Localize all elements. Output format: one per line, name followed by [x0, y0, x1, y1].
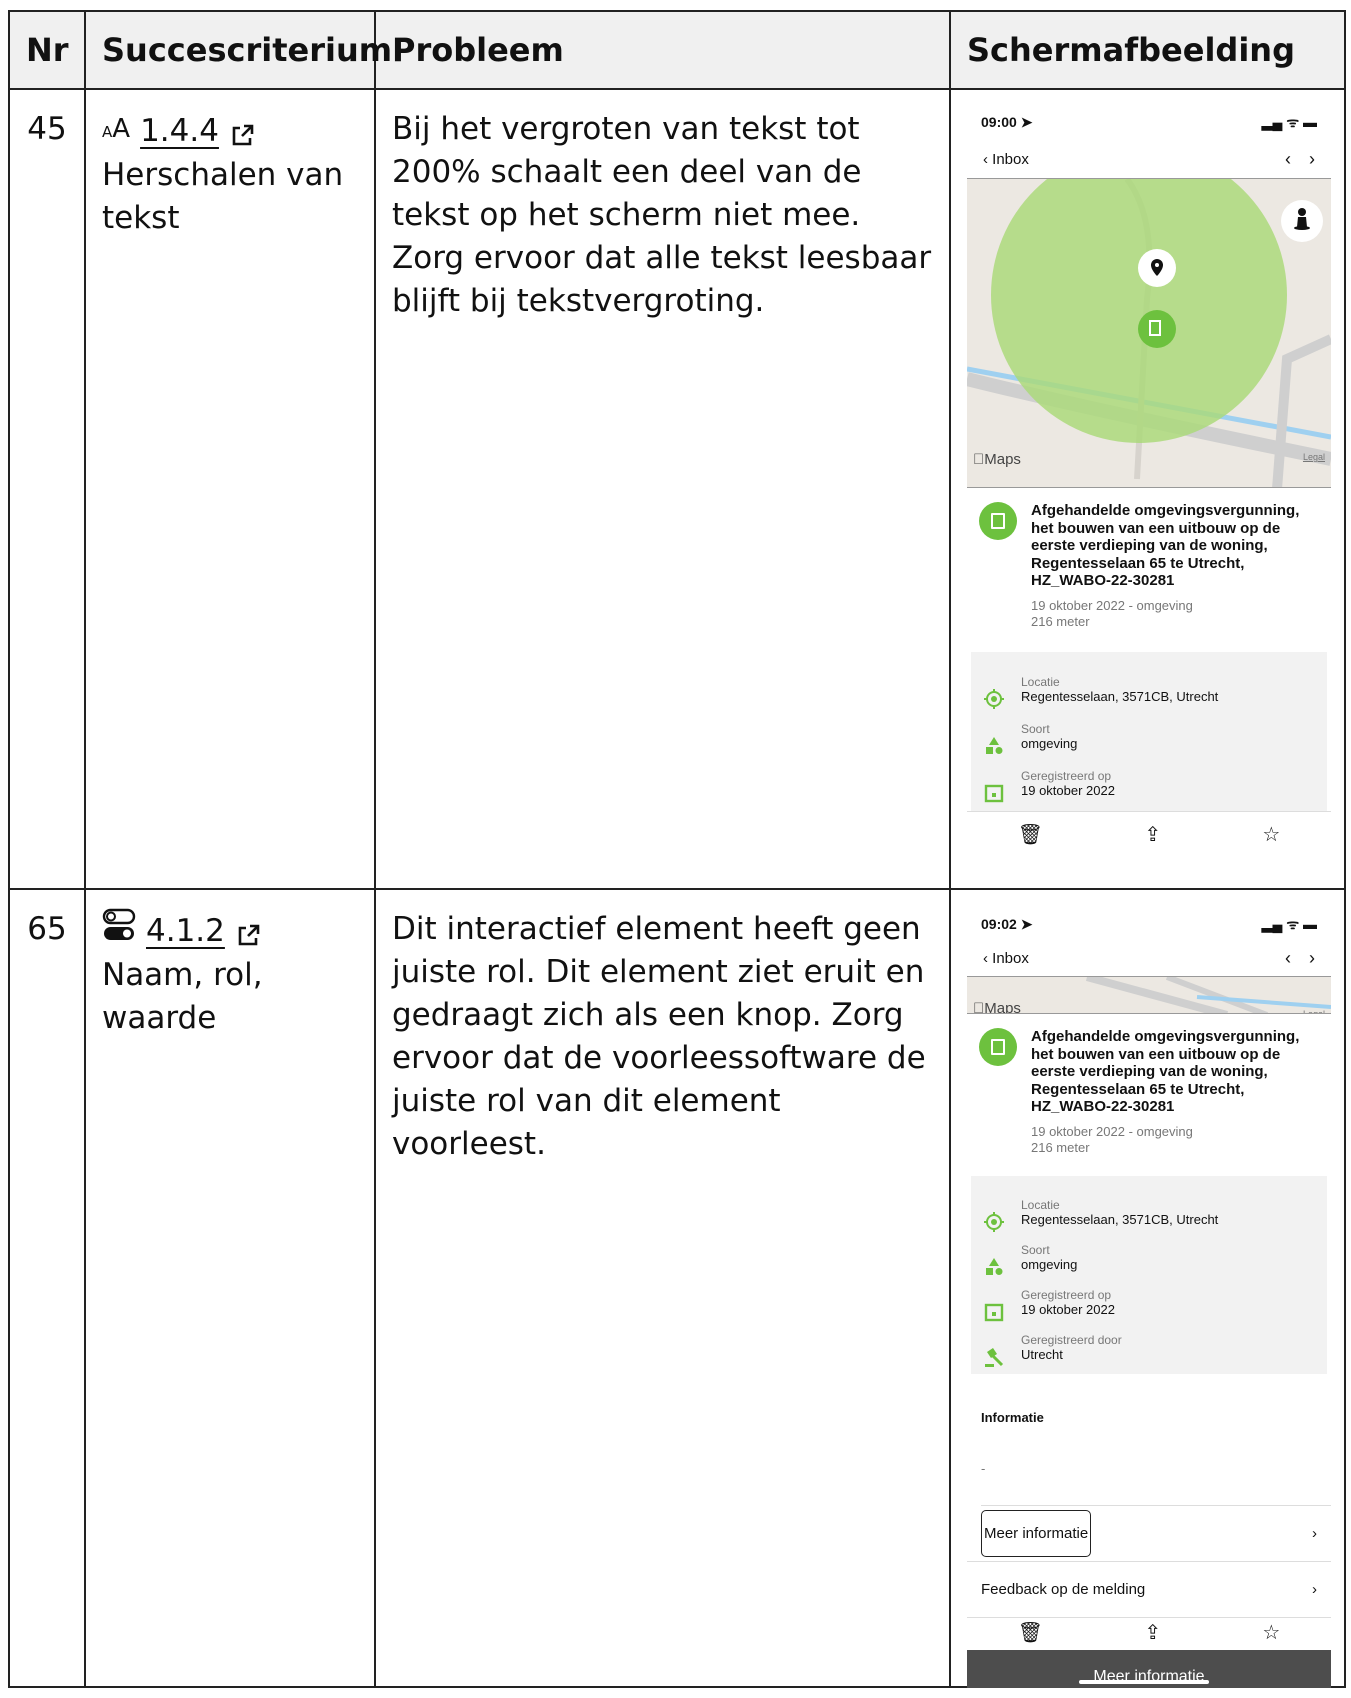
- header-screenshot: Schermafbeelding: [949, 10, 1346, 90]
- star-icon[interactable]: ☆: [1262, 814, 1280, 857]
- info-item-registered: Geregistreerd op 19 oktober 2022: [983, 760, 1315, 807]
- nav-bar: ‹ Inbox ‹ ›: [967, 140, 1331, 178]
- row-number: 45: [8, 88, 86, 890]
- notification-detail: Afgehandelde omgevingsvergunning, het bo…: [967, 488, 1331, 630]
- info-item-type: Soort omgeving: [983, 713, 1315, 760]
- screenshot-cell: 09:02 ➤ ▂▄ ᯤ ▬ ‹ Inbox ‹ › Maps Legal: [949, 888, 1346, 1688]
- info-item-location: Locatie Regentesselaan, 3571CB, Utrecht: [983, 1190, 1315, 1235]
- info-text: -: [981, 1460, 986, 1476]
- voiceover-tooltip: Meer informatie: [967, 1649, 1331, 1688]
- info-title: Informatie: [981, 1409, 1044, 1425]
- external-link-icon: [235, 918, 261, 946]
- prev-arrow-icon[interactable]: ‹: [1285, 937, 1291, 980]
- action-toolbar: 🗑 ⇪ ☆: [967, 810, 1331, 859]
- header-problem: Probleem: [374, 10, 951, 90]
- table-row: 45 AA 1.4.4 Herschalen van tekst Bij het…: [8, 88, 1346, 890]
- notification-title: Afgehandelde omgevingsvergunning, het bo…: [1031, 1028, 1300, 1115]
- toggle-switch-icon: [102, 908, 136, 954]
- screenshot-cell: 09:00 ➤ ▂▄ ᯤ ▬ ‹ Inbox ‹ › Maps Legal Af…: [949, 88, 1346, 890]
- table-row: 65 4.1.2 Naam, rol, waarde Dit interacti…: [8, 888, 1346, 1688]
- text-resize-icon: AA: [102, 114, 131, 144]
- info-panel: Locatie Regentesselaan, 3571CB, Utrecht S…: [971, 651, 1327, 811]
- calendar-icon: [983, 1291, 1005, 1322]
- building-icon: [979, 1028, 1017, 1066]
- shapes-icon: [983, 1246, 1005, 1275]
- problem-description: Dit interactief element heeft geen juist…: [374, 888, 951, 1688]
- maps-attribution: Maps: [973, 1000, 1021, 1014]
- map[interactable]: Maps Legal: [967, 976, 1331, 1014]
- back-button[interactable]: ‹ Inbox: [983, 937, 1029, 980]
- notification-title: Afgehandelde omgevingsvergunning, het bo…: [1031, 502, 1300, 589]
- info-item-location: Locatie Regentesselaan, 3571CB, Utrecht: [983, 666, 1315, 713]
- row-number: 65: [8, 888, 86, 1688]
- building-icon: [979, 502, 1017, 540]
- criterion-link[interactable]: 1.4.4: [140, 110, 219, 153]
- more-info-label[interactable]: Meer informatie: [981, 1509, 1092, 1557]
- legal-link[interactable]: Legal: [1303, 993, 1325, 1013]
- info-item-registered-by: Geregistreerd door Utrecht: [983, 1325, 1315, 1370]
- status-bar: 09:02 ➤ ▂▄ ᯤ ▬: [967, 908, 1331, 940]
- info-section: Informatie -: [967, 1396, 1331, 1490]
- info-panel: Locatie Regentesselaan, 3571CB, Utrecht S…: [971, 1175, 1327, 1374]
- criterion-cell: AA 1.4.4 Herschalen van tekst: [84, 88, 376, 890]
- problem-description: Bij het vergroten van tekst tot 200% sch…: [374, 88, 951, 890]
- next-arrow-icon[interactable]: ›: [1309, 937, 1315, 980]
- legal-link[interactable]: Legal: [1303, 436, 1325, 479]
- location-target-icon: [983, 1201, 1005, 1232]
- notification-date: 19 oktober 2022 - omgeving: [1031, 597, 1193, 613]
- notification-distance: 216 meter: [1031, 1139, 1090, 1155]
- next-arrow-icon[interactable]: ›: [1309, 138, 1315, 181]
- criterion-cell: 4.1.2 Naam, rol, waarde: [84, 888, 376, 1688]
- external-link-icon: [229, 118, 255, 146]
- home-indicator: [1079, 1679, 1209, 1684]
- shapes-icon: [983, 725, 1005, 754]
- status-bar: 09:00 ➤ ▂▄ ᯤ ▬: [967, 104, 1331, 140]
- action-toolbar: 🗑 ⇪ ☆: [967, 1618, 1331, 1650]
- chevron-right-icon: ›: [1312, 1524, 1317, 1542]
- notification-distance: 216 meter: [1031, 613, 1090, 629]
- more-info-row[interactable]: Meer informatie ›: [967, 1506, 1331, 1562]
- gavel-icon: [983, 1336, 1005, 1367]
- share-icon[interactable]: ⇪: [1144, 814, 1161, 857]
- table-header-row: Nr Succescriterium Probleem Schermafbeel…: [8, 10, 1346, 90]
- trash-icon[interactable]: 🗑: [1018, 814, 1043, 857]
- findings-table: Nr Succescriterium Probleem Schermafbeel…: [8, 10, 1346, 1688]
- criterion-link[interactable]: 4.1.2: [146, 910, 225, 953]
- prev-arrow-icon[interactable]: ‹: [1285, 138, 1291, 181]
- back-button[interactable]: ‹ Inbox: [983, 138, 1029, 181]
- feedback-row[interactable]: Feedback op de melding ›: [967, 1562, 1331, 1618]
- header-criterion: Succescriterium: [84, 10, 392, 90]
- maps-attribution: Maps: [973, 451, 1021, 468]
- criterion-name: Herschalen van tekst: [102, 157, 344, 236]
- info-item-type: Soort omgeving: [983, 1235, 1315, 1280]
- location-target-icon: [983, 678, 1005, 709]
- criterion-name: Naam, rol, waarde: [102, 957, 263, 1036]
- feedback-label: Feedback op de melding: [981, 1580, 1146, 1598]
- chevron-right-icon: ›: [1312, 1580, 1317, 1598]
- info-item-registered: Geregistreerd op 19 oktober 2022: [983, 1280, 1315, 1325]
- phone-screenshot: 09:00 ➤ ▂▄ ᯤ ▬ ‹ Inbox ‹ › Maps Legal Af…: [967, 104, 1331, 859]
- calendar-icon: [983, 772, 1005, 803]
- map[interactable]: Maps Legal: [967, 178, 1331, 488]
- phone-screenshot: 09:02 ➤ ▂▄ ᯤ ▬ ‹ Inbox ‹ › Maps Legal: [967, 908, 1331, 1688]
- notification-detail: Afgehandelde omgevingsvergunning, het bo…: [967, 1014, 1331, 1156]
- header-nr: Nr: [8, 10, 86, 90]
- notification-date: 19 oktober 2022 - omgeving: [1031, 1123, 1193, 1139]
